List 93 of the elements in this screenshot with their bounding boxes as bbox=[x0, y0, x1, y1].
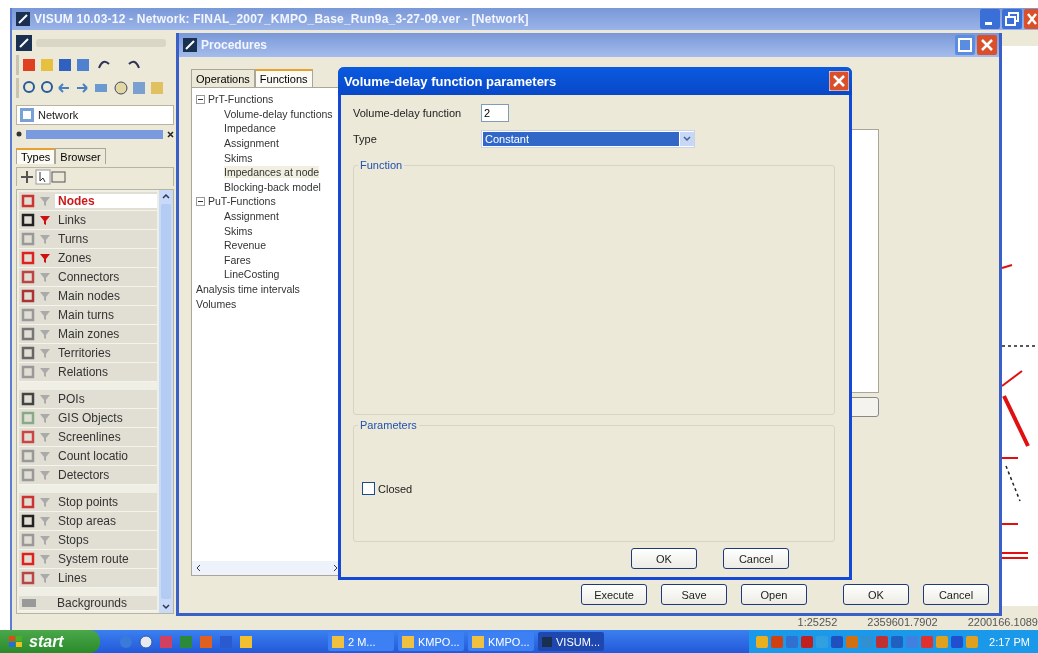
tree-item[interactable]: PuT-Functions bbox=[208, 195, 276, 208]
checkbox[interactable] bbox=[362, 482, 375, 495]
dialog-button[interactable]: OK bbox=[631, 548, 697, 569]
dialog-button[interactable]: Execute bbox=[581, 584, 647, 605]
tree-item[interactable]: Assignment bbox=[224, 210, 279, 223]
layer-icon bbox=[21, 232, 35, 246]
panel-tab[interactable]: Types bbox=[16, 148, 56, 164]
dialog-title: Volume-delay function parameters bbox=[344, 73, 557, 89]
window-title: Procedures bbox=[201, 38, 268, 52]
window-icon bbox=[332, 635, 344, 648]
layer-icon bbox=[21, 411, 35, 425]
tree-item[interactable]: PrT-Functions bbox=[208, 93, 274, 106]
checkbox-label: Closed bbox=[378, 482, 413, 495]
layer-icon bbox=[21, 552, 35, 566]
panel-tab[interactable]: Browser bbox=[55, 148, 106, 164]
pin-icon[interactable] bbox=[16, 131, 22, 137]
close-button[interactable] bbox=[977, 35, 997, 55]
tool-icons-drawing[interactable] bbox=[19, 169, 67, 185]
maximize-button[interactable] bbox=[955, 35, 975, 55]
tree-item[interactable]: LineCosting bbox=[224, 268, 280, 281]
layer-icon bbox=[21, 571, 35, 585]
layer-icon bbox=[21, 495, 35, 509]
tree-item[interactable]: Blocking-back model bbox=[224, 180, 321, 193]
tab[interactable]: Functions bbox=[254, 69, 313, 87]
clock: 2:17 PM bbox=[989, 635, 1030, 648]
start-button[interactable]: start bbox=[0, 630, 100, 653]
window-title: VISUM 10.03-12 - Network: FINAL_2007_KMPO_Base_Run9a_3-27-09.ver - [Network] bbox=[34, 12, 529, 26]
close-button[interactable] bbox=[1024, 9, 1038, 29]
input-field[interactable]: 2 bbox=[481, 104, 509, 122]
restore-button[interactable] bbox=[1002, 9, 1022, 29]
object-type-item[interactable]: Nodes bbox=[55, 194, 157, 208]
minimize-button[interactable] bbox=[980, 9, 1000, 29]
layer-icon bbox=[21, 430, 35, 444]
dialog-button[interactable]: Save bbox=[661, 584, 727, 605]
status-text: 1:25252 bbox=[797, 616, 838, 630]
tree-item[interactable]: Skims bbox=[224, 151, 253, 164]
tree-item[interactable]: Volume-delay functions bbox=[224, 107, 333, 120]
layer-icon bbox=[21, 327, 35, 341]
taskbar-button[interactable]: VISUM... bbox=[538, 632, 604, 651]
app-icon bbox=[183, 38, 197, 52]
status-text: 2359601.7902 bbox=[867, 616, 938, 630]
layer-icon bbox=[21, 392, 35, 406]
layer-icon bbox=[21, 289, 35, 303]
taskbar-button[interactable]: 2 M... bbox=[328, 632, 394, 651]
windows-flag-icon bbox=[8, 634, 24, 649]
close-button[interactable] bbox=[829, 71, 849, 91]
group-title: Function bbox=[358, 159, 405, 171]
window-icon bbox=[402, 635, 414, 648]
network-icon bbox=[20, 108, 34, 122]
field-label: Volume-delay function bbox=[353, 107, 463, 119]
dialog-button[interactable]: Open bbox=[741, 584, 807, 605]
layer-icon bbox=[21, 533, 35, 547]
tree-item[interactable]: Analysis time intervals bbox=[196, 283, 300, 295]
layer-icon bbox=[21, 308, 35, 322]
document-icon bbox=[16, 35, 32, 51]
network-selector[interactable]: Network bbox=[16, 105, 174, 125]
field-label: Type bbox=[353, 133, 378, 145]
scrollbar[interactable] bbox=[159, 190, 173, 613]
window-icon bbox=[472, 635, 484, 648]
tree-item[interactable]: Revenue bbox=[224, 239, 267, 252]
expander-icon[interactable] bbox=[196, 196, 205, 206]
layer-icon bbox=[21, 213, 35, 227]
close-icon[interactable] bbox=[167, 130, 174, 138]
layer-icon bbox=[21, 251, 35, 265]
tab[interactable]: Operations bbox=[191, 69, 255, 87]
tree-item[interactable]: Assignment bbox=[224, 137, 279, 150]
tree-item[interactable]: Fares bbox=[224, 253, 251, 266]
status-text: 2200166.1089 bbox=[967, 616, 1038, 630]
taskbar-button[interactable]: KMPO... bbox=[398, 632, 464, 651]
app-icon bbox=[16, 12, 30, 26]
layer-icon bbox=[21, 194, 35, 208]
filter-icon[interactable] bbox=[39, 252, 51, 264]
tree-item[interactable]: Impedance bbox=[224, 122, 276, 135]
tree-item[interactable]: Skims bbox=[224, 224, 253, 237]
type-dropdown[interactable]: Constant bbox=[481, 130, 695, 148]
layer-icon bbox=[21, 514, 35, 528]
layer-icon bbox=[21, 365, 35, 379]
tree-item[interactable]: Volumes bbox=[196, 297, 237, 310]
tree-item[interactable]: Impedances at node bbox=[224, 166, 320, 179]
layer-icon bbox=[21, 449, 35, 463]
expander-icon[interactable] bbox=[196, 94, 205, 104]
window-icon bbox=[542, 635, 552, 648]
layer-icon bbox=[21, 270, 35, 284]
layer-icon bbox=[21, 468, 35, 482]
layer-icon bbox=[21, 597, 37, 609]
filter-icon[interactable] bbox=[39, 214, 51, 226]
taskbar-button[interactable]: KMPO... bbox=[468, 632, 534, 651]
dialog-button[interactable]: Cancel bbox=[723, 548, 789, 569]
group-title: Parameters bbox=[358, 419, 419, 431]
caret-icon bbox=[680, 132, 694, 146]
layer-icon bbox=[21, 346, 35, 360]
dialog-button[interactable]: OK bbox=[843, 584, 909, 605]
dialog-button[interactable]: Cancel bbox=[923, 584, 989, 605]
